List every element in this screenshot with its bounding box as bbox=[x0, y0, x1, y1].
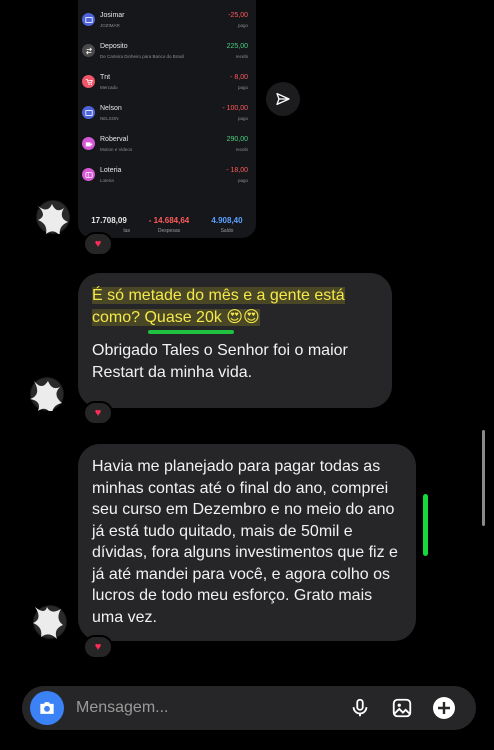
underline-marker bbox=[148, 330, 234, 334]
saldo-value: 4.908,40 bbox=[211, 216, 243, 225]
add-button[interactable] bbox=[432, 696, 456, 720]
message-input[interactable] bbox=[76, 686, 336, 730]
microphone-button[interactable] bbox=[348, 696, 372, 720]
transfer-icon bbox=[82, 44, 95, 57]
transaction-row: Roberval Motion e Videos 290,00 recebi bbox=[78, 132, 256, 163]
transaction-status: pago bbox=[237, 178, 248, 183]
sender-avatar[interactable] bbox=[30, 377, 64, 415]
message-text: Havia me planejado para pagar todas as m… bbox=[92, 458, 398, 626]
transaction-row: Deposito De Carteira Dinheiro para Banco… bbox=[78, 39, 256, 70]
transaction-amount: -25,00 bbox=[228, 12, 248, 19]
saldo-label: Saldo bbox=[220, 228, 234, 234]
heart-icon: ♥ bbox=[94, 407, 102, 419]
heart-icon: ♥ bbox=[94, 641, 102, 653]
shared-screenshot-card[interactable]: Josimar JOZIMAR -25,00 pago Deposito De … bbox=[78, 0, 256, 238]
transaction-status: recebi bbox=[235, 147, 248, 152]
despesas-label: Despesas bbox=[157, 228, 181, 234]
message-bubble[interactable]: Havia me planejado para pagar todas as m… bbox=[78, 444, 416, 641]
summary-saldo: 4.908,40 Saldo bbox=[202, 216, 252, 234]
share-button[interactable] bbox=[266, 82, 300, 116]
transaction-amount: 290,00 bbox=[226, 136, 248, 143]
microphone-icon bbox=[352, 698, 368, 717]
avatar-scribble-icon bbox=[30, 378, 63, 415]
message-text: Obrigado Tales o Senhor foi o maior Rest… bbox=[92, 342, 348, 381]
ticket-icon bbox=[82, 168, 95, 181]
camera-button[interactable] bbox=[30, 691, 64, 725]
image-icon bbox=[392, 698, 412, 718]
sender-avatar[interactable] bbox=[36, 200, 70, 236]
plus-circle-icon bbox=[433, 697, 455, 719]
transaction-subtitle: Mercado bbox=[100, 85, 118, 90]
camera-icon bbox=[40, 702, 54, 714]
transaction-name: Tnt bbox=[100, 74, 111, 81]
receitas-value: 17.708,09 bbox=[91, 216, 127, 225]
transaction-status: recebi bbox=[235, 54, 248, 59]
heart-reaction[interactable]: ♥ bbox=[83, 635, 113, 659]
transaction-subtitle: De Carteira Dinheiro para Banco do Brasi… bbox=[100, 54, 185, 59]
transaction-name: Roberval bbox=[100, 136, 129, 143]
heart-reaction[interactable]: ♥ bbox=[83, 401, 113, 425]
avatar-scribble-icon bbox=[37, 201, 69, 236]
transaction-status: pago bbox=[237, 85, 248, 90]
summary-despesas: - 14.684,64 Despesas bbox=[140, 216, 198, 234]
transaction-name: Deposito bbox=[100, 43, 128, 50]
transaction-subtitle: NELSON bbox=[100, 116, 119, 121]
cart-icon bbox=[82, 75, 95, 88]
transaction-row: Nelson NELSON - 100,00 pago bbox=[78, 101, 256, 132]
gallery-button[interactable] bbox=[390, 696, 414, 720]
sender-avatar[interactable] bbox=[33, 605, 67, 639]
send-icon bbox=[276, 93, 290, 105]
transaction-subtitle: Loteria bbox=[100, 178, 114, 183]
scrollbar[interactable] bbox=[482, 430, 485, 526]
transaction-name: Nelson bbox=[100, 105, 122, 112]
message-highlight-text: É só metade do mês e a gente está como? … bbox=[92, 285, 378, 328]
transaction-name: Loteria bbox=[100, 167, 122, 174]
transaction-status: pago bbox=[237, 116, 248, 121]
heart-reaction[interactable]: ♥ bbox=[83, 232, 113, 256]
transaction-amount: - 100,00 bbox=[222, 105, 248, 112]
transaction-row: Loteria Loteria - 18,00 pago bbox=[78, 163, 256, 194]
bank-icon bbox=[82, 13, 95, 26]
transaction-amount: - 8,00 bbox=[230, 74, 248, 81]
highlighted-text: É só metade do mês e a gente está como? … bbox=[92, 287, 345, 326]
avatar-scribble-icon bbox=[33, 606, 66, 639]
transaction-subtitle: Motion e Videos bbox=[100, 147, 133, 152]
transaction-row: Tnt Mercado - 8,00 pago bbox=[78, 70, 256, 101]
bank-icon bbox=[82, 106, 95, 119]
message-composer bbox=[22, 686, 476, 730]
transaction-subtitle: JOZIMAR bbox=[100, 23, 120, 28]
heart-icon: ♥ bbox=[94, 238, 102, 250]
despesas-value: - 14.684,64 bbox=[148, 216, 190, 225]
transaction-amount: - 18,00 bbox=[226, 167, 248, 174]
transaction-status: pago bbox=[237, 23, 248, 28]
transaction-name: Josimar bbox=[100, 12, 125, 19]
message-bubble[interactable]: É só metade do mês e a gente está como? … bbox=[78, 273, 392, 408]
transaction-amount: 225,00 bbox=[226, 43, 248, 50]
video-icon bbox=[82, 137, 95, 150]
highlight-marker bbox=[423, 494, 428, 556]
transaction-row: Josimar JOZIMAR -25,00 pago bbox=[78, 8, 256, 39]
